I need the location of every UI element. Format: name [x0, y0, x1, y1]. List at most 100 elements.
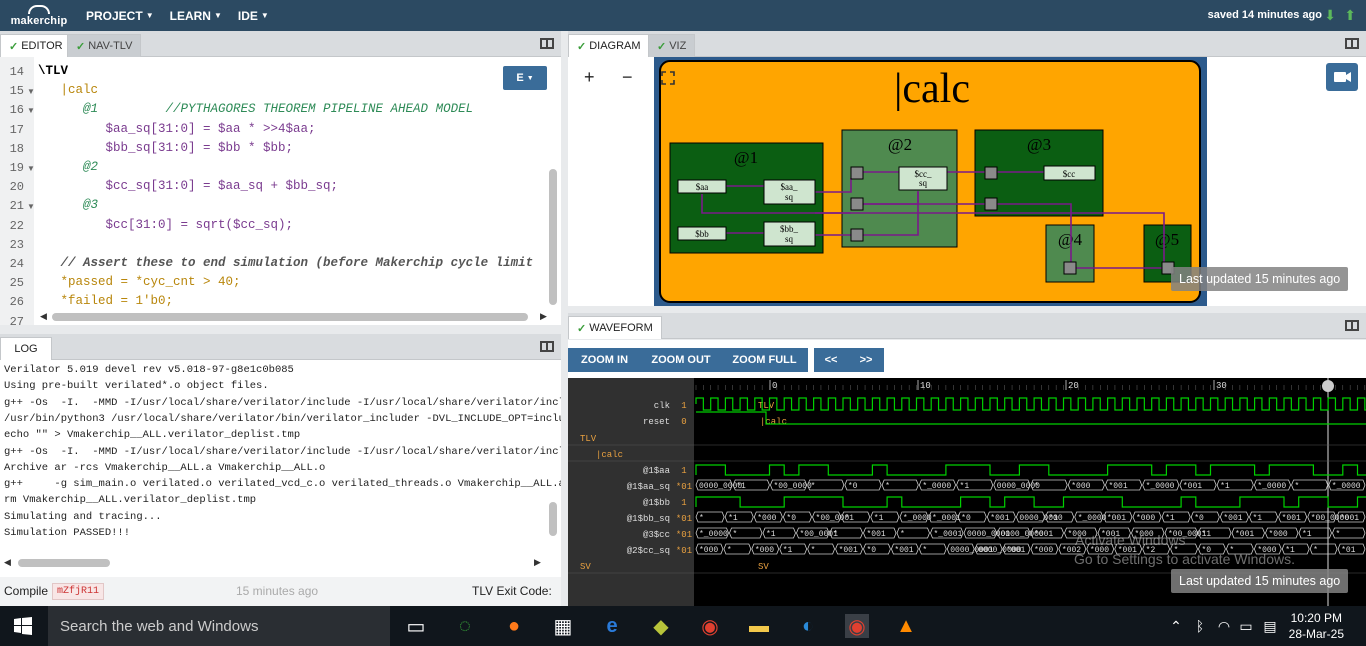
code-line: *passed = *cyc_cnt > 40;	[38, 275, 241, 290]
wave-bus-value: *1	[1302, 530, 1312, 539]
menu-learn[interactable]: LEARN ▼	[170, 9, 222, 23]
tab-viz[interactable]: ✓ VIZ	[648, 34, 696, 57]
wave-signal-name[interactable]: reset	[643, 417, 670, 427]
wave-signal-name[interactable]: @2$cc_sq	[627, 546, 670, 556]
code-line: // Assert these to end simulation (befor…	[38, 256, 534, 270]
wave-bus-value: *000	[757, 514, 776, 523]
editor-mode-button[interactable]: E ▼	[503, 66, 547, 90]
fold-arrow-icon[interactable]: ▼	[27, 106, 35, 115]
app-icon-circle[interactable]: ◌	[453, 614, 477, 638]
firefox-icon[interactable]: ●	[502, 614, 526, 638]
wave-zoom-full-button[interactable]: ZOOM FULL	[721, 348, 808, 372]
log-horizontal-scrollbar[interactable]	[18, 559, 110, 567]
line-number: 18	[9, 141, 24, 156]
app-icon-triangle[interactable]: ◆	[649, 614, 673, 638]
wave-bus-value: *_0000	[922, 482, 951, 491]
wave-zoom-out-button[interactable]: ZOOM OUT	[641, 348, 721, 372]
menu-project[interactable]: PROJECT ▼	[86, 9, 154, 23]
wave-signal-name[interactable]: @1$aa	[643, 466, 671, 476]
wave-signal-name[interactable]: @3$cc	[643, 530, 670, 540]
wave-signal-name[interactable]: @1$bb_sq	[627, 514, 670, 524]
maximize-pane-icon[interactable]	[1345, 320, 1359, 331]
fit-view-icon[interactable]	[661, 71, 675, 85]
store-icon[interactable]: ▦	[551, 614, 575, 638]
zoom-out-button[interactable]: −	[622, 67, 633, 88]
logo-text: makerchip	[10, 14, 68, 27]
file-explorer-icon[interactable]: ▬	[747, 614, 771, 638]
fold-arrow-icon[interactable]: ▼	[27, 164, 35, 173]
battery-icon[interactable]: ▭	[1234, 614, 1258, 638]
edge-legacy-icon[interactable]: e	[600, 614, 624, 638]
wave-signal-name[interactable]: clk	[654, 401, 670, 411]
wave-bus-value: *1	[960, 482, 970, 491]
log-vertical-scrollbar[interactable]	[549, 502, 557, 536]
wave-signal-name[interactable]: |calc	[596, 450, 623, 460]
code-line: *failed = 1'b0;	[38, 294, 174, 309]
tab-diagram[interactable]: ✓ DIAGRAM	[568, 34, 650, 57]
wave-bus-value: *001	[1340, 514, 1359, 523]
bluetooth-icon[interactable]: ᛒ	[1188, 614, 1212, 638]
log-line: Using pre-built verilated*.o object file…	[4, 380, 269, 393]
wave-signal-value: *01	[676, 514, 692, 524]
line-number: 20	[9, 180, 24, 195]
compile-id-badge[interactable]: mZfjR11	[52, 583, 105, 600]
maximize-pane-icon[interactable]	[540, 38, 554, 49]
tab-nav-tlv[interactable]: ✓ NAV-TLV	[67, 34, 142, 57]
line-number: 14	[9, 65, 24, 79]
task-view-icon[interactable]: ▭	[404, 614, 428, 638]
chrome-profile-icon[interactable]: ◉	[845, 614, 869, 638]
chrome-icon[interactable]: ◉	[698, 614, 722, 638]
editor-vertical-scrollbar[interactable]	[549, 169, 557, 305]
code-editor[interactable]: 14 \TLV 15 ▼ |calc 16 ▼ @1 //PYTHAGORES THEOR…	[0, 57, 561, 325]
wave-bus-value: *1	[1165, 514, 1175, 523]
notifications-icon[interactable]: ▤	[1258, 614, 1282, 638]
fold-arrow-icon[interactable]: ▼	[27, 202, 35, 211]
wave-bus-value: *000	[699, 546, 718, 555]
wave-zoom-in-button[interactable]: ZOOM IN	[568, 348, 641, 372]
diagram-canvas: |calc @1 @2 @3 @4 @5 $aa $bb $aa_ sq $bb…	[654, 57, 1207, 306]
diagram-updated-badge: Last updated 15 minutes ago	[1171, 267, 1349, 291]
maximize-pane-icon[interactable]	[1345, 38, 1359, 49]
editor-horizontal-scrollbar[interactable]	[52, 313, 528, 321]
taskbar-search-box[interactable]: Search the web and Windows	[48, 606, 390, 646]
fold-arrow-icon[interactable]: ▼	[27, 87, 35, 96]
log-line: g++ -Os -I. -MMD -I/usr/local/share/veri…	[4, 396, 561, 409]
time-cursor-handle[interactable]	[1322, 380, 1334, 392]
upload-icon[interactable]: ⬆	[1344, 7, 1356, 24]
scroll-left-icon[interactable]: ◀	[4, 557, 11, 568]
signal-bb-sq-label-2: sq	[785, 234, 794, 244]
signal-aa-sq-label-1: $aa_	[781, 182, 798, 192]
wave-bus-value: *	[1313, 546, 1318, 555]
wave-signal-name[interactable]: @1$bb	[643, 498, 670, 508]
vlc-icon[interactable]: ▲	[894, 614, 918, 638]
wave-scroll-right-button[interactable]: >>	[848, 348, 884, 372]
windows-start-icon[interactable]	[14, 617, 32, 635]
wave-bus-value: *1	[1252, 514, 1262, 523]
camera-button[interactable]	[1326, 63, 1358, 91]
wave-scroll-left-button[interactable]: <<	[814, 348, 848, 372]
wave-signal-name[interactable]: TLV	[580, 434, 597, 444]
tab-editor[interactable]: ✓ EDITOR	[0, 34, 72, 57]
tab-log[interactable]: LOG	[0, 337, 52, 360]
compile-label: Compile	[4, 584, 49, 598]
line-number: 16	[9, 103, 24, 118]
zoom-in-button[interactable]: +	[584, 67, 595, 88]
tab-waveform[interactable]: ✓ WAVEFORM	[568, 316, 662, 339]
wave-signal-name[interactable]: @1$aa_sq	[627, 482, 670, 492]
scroll-right-icon[interactable]: ▶	[534, 557, 541, 568]
flop	[850, 197, 864, 211]
makerchip-logo[interactable]: makerchip	[8, 0, 70, 31]
wave-signal-name[interactable]: SV	[580, 562, 591, 572]
activate-windows-title: Activate Windows	[1075, 532, 1186, 548]
edge-icon[interactable]: ◐	[796, 614, 820, 638]
menu-ide[interactable]: IDE ▼	[238, 9, 269, 23]
taskbar-clock[interactable]: 10:20 PM 28-Mar-25	[1289, 610, 1344, 642]
scroll-left-icon[interactable]: ◀	[40, 311, 47, 322]
tlv-exit-code-label: TLV Exit Code:	[472, 584, 552, 598]
wifi-icon[interactable]: ◠	[1212, 614, 1236, 638]
chevron-up-icon[interactable]: ⌃	[1164, 614, 1188, 638]
download-icon[interactable]: ⬇	[1324, 7, 1336, 24]
scroll-right-icon[interactable]: ▶	[540, 311, 547, 322]
maximize-pane-icon[interactable]	[540, 341, 554, 352]
wave-bus-value: *1	[783, 546, 793, 555]
